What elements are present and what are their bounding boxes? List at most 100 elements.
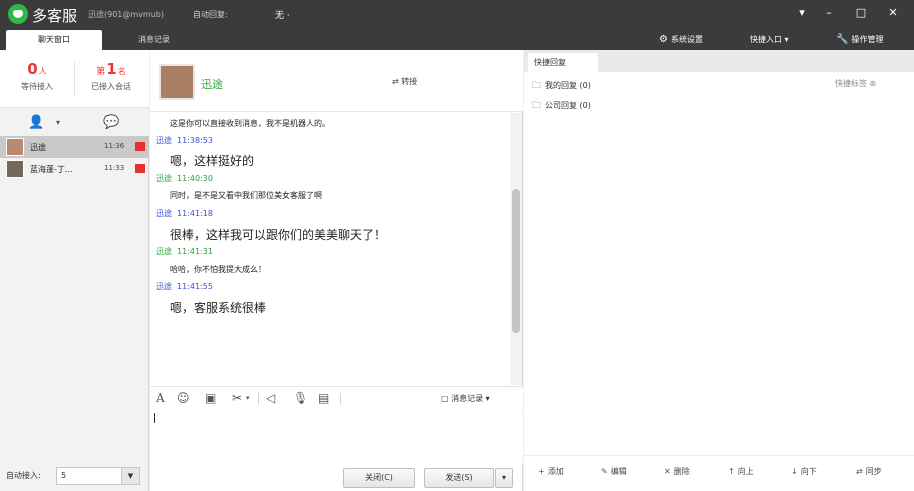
minimize-icon[interactable]: – (820, 4, 838, 22)
app-title: 多客服 (32, 7, 78, 25)
sync-button[interactable]: ⇄ 同步 (856, 466, 882, 477)
toolbar-divider (340, 393, 341, 405)
chevron-down-icon[interactable]: ▾ (246, 394, 250, 402)
maximize-icon[interactable]: □ (852, 4, 870, 22)
session-item[interactable]: 迅途 11:36 (0, 136, 149, 158)
stats-divider (74, 62, 75, 96)
app-logo-icon (8, 4, 28, 24)
system-settings-label: 系统设置 (670, 35, 703, 44)
send-button[interactable]: 发送(S) (424, 468, 494, 488)
chat-header: 迅途 ⇄ 转接 (150, 50, 523, 112)
chevron-down-icon[interactable]: ▾ (56, 118, 60, 127)
system-settings-button[interactable]: ⚙ 系统设置 (659, 32, 703, 48)
accepted-count: 1 (106, 60, 117, 78)
message-text: 很棒，这样我可以跟你们的美美聊天了！ (170, 228, 387, 242)
scissors-icon[interactable]: ✂ (232, 391, 242, 405)
message-meta: 迅途 11:38:53 (156, 135, 213, 146)
title-bar: 多客服 迅途(901@mvmub) 自动回复: 无 · ▾ – □ ✕ (0, 0, 914, 28)
session-list: 迅途 11:36 蓝海蓬-丁... 11:33 (0, 136, 149, 180)
waiting-count: 0 (27, 60, 38, 78)
font-icon[interactable]: A (156, 391, 165, 405)
session-time: 11:33 (104, 164, 125, 172)
accepted-stat: 第1名 已接入会话 (76, 60, 146, 92)
image-icon[interactable]: ▣ (205, 391, 216, 405)
send-options-button[interactable]: ▾ (495, 468, 513, 488)
user-icon[interactable]: 👤 (28, 115, 44, 130)
folder-company-replies[interactable]: 🗀 公司回复 (0) (532, 98, 591, 114)
wrench-icon: 🔧 (836, 34, 849, 45)
move-down-label: 向下 (800, 467, 817, 476)
message-list: 这是你可以直接收到消息，我不是机器人的。 迅途 11:38:53 嗯，这样挺好的 … (150, 113, 523, 385)
delete-button[interactable]: ✕ 删除 (664, 466, 690, 477)
message-sender: 迅途 (156, 209, 172, 218)
message-text: 这是你可以直接收到消息，我不是机器人的。 (170, 119, 330, 128)
chevron-down-icon: ▾ (483, 394, 490, 403)
message-time: 11:41:31 (177, 247, 213, 256)
session-panel: 0人 等待接入 第1名 已接入会话 👤 ▾ 💬 迅途 11:36 蓝海蓬-丁..… (0, 50, 149, 491)
plus-icon: + (538, 467, 545, 476)
message-input[interactable] (150, 411, 523, 463)
arrow-up-icon: ↑ (728, 467, 735, 476)
chevron-down-icon[interactable]: ▼ (121, 468, 139, 484)
message-text: 嗯，客服系统很棒 (170, 301, 267, 315)
tab-chat-window[interactable]: 聊天窗口 (6, 30, 102, 50)
chat-scrollbar[interactable] (510, 113, 522, 385)
message-meta: 迅途 11:40:30 (156, 173, 213, 184)
quick-reply-footer: + 添加 ✎ 编辑 ✕ 删除 ↑ 向上 ↓ 向下 ⇄ 同步 (524, 455, 914, 485)
wechat-icon[interactable]: 💬 (103, 115, 119, 130)
quick-reply-tabs: 快捷回复 (524, 50, 914, 72)
session-item[interactable]: 蓝海蓬-丁... 11:33 (0, 158, 149, 180)
sync-label: 同步 (865, 467, 882, 476)
arrow-down-icon: ↓ (791, 467, 798, 476)
quick-reply-panel: 快捷回复 🗀 我的回复 (0) 🗀 公司回复 (0) 快捷标签 ⊛ + 添加 ✎ 编辑 … (524, 50, 914, 491)
transfer-button[interactable]: ⇄ 转接 (392, 76, 417, 87)
folder-my-replies[interactable]: 🗀 我的回复 (0) (532, 78, 591, 94)
message-sender: 迅途 (156, 282, 172, 291)
add-button[interactable]: + 添加 (538, 466, 564, 477)
session-name: 迅途 (30, 143, 46, 152)
contact-name: 迅途 (201, 78, 223, 91)
shortcuts-button[interactable]: 快捷入口 ▾ (750, 32, 789, 48)
avatar (6, 160, 24, 178)
unread-badge (135, 142, 145, 151)
add-label: 添加 (547, 467, 564, 476)
emoji-icon[interactable]: ☺ (177, 391, 190, 405)
folder-icon: 🗀 (532, 81, 542, 91)
edit-button[interactable]: ✎ 编辑 (601, 466, 627, 477)
delete-icon: ✕ (664, 467, 671, 476)
chevron-down-icon: ▾ (782, 35, 789, 44)
message-text: 同时，是不是又看中我们那位美女客服了啊 (170, 191, 322, 200)
auto-reply-dropdown[interactable]: 无 · (275, 8, 290, 21)
message-sender: 迅途 (156, 174, 172, 183)
compose-toolbar: A ☺ ▣ ✂ ▾ ◁ 🎙 ▤ ▢ 消息记录 ▾ (150, 386, 523, 410)
scroll-thumb[interactable] (512, 189, 520, 333)
auto-reply-label: 自动回复: (193, 10, 228, 19)
move-up-button[interactable]: ↑ 向上 (728, 466, 754, 477)
quick-label-text: 快捷标签 (835, 79, 867, 88)
file-icon[interactable]: ▤ (318, 391, 329, 405)
accepted-unit: 名 (117, 67, 126, 76)
message-meta: 迅途 11:41:18 (156, 208, 213, 219)
sync-icon: ⇄ (856, 467, 863, 476)
menu-dropdown-icon[interactable]: ▾ (793, 4, 811, 22)
history-button[interactable]: ▢ 消息记录 ▾ (441, 393, 490, 404)
microphone-icon[interactable]: 🎙 (293, 391, 308, 405)
auto-join-label: 自动接入: (6, 471, 41, 480)
waiting-stat: 0人 等待接入 (2, 60, 72, 92)
account-status: 迅途(901@mvmub) (88, 10, 164, 19)
session-tabs: 👤 ▾ 💬 (0, 109, 149, 135)
tab-quick-reply[interactable]: 快捷回复 (528, 53, 598, 72)
close-chat-button[interactable]: 关闭(C) (343, 468, 415, 488)
quick-label-button[interactable]: 快捷标签 ⊛ (835, 78, 876, 89)
volume-icon[interactable]: ◁ (266, 391, 275, 405)
auto-join-value: 5 (61, 471, 67, 480)
auto-join-select[interactable]: 5 ▼ (56, 467, 140, 485)
message-time: 11:41:18 (177, 209, 213, 218)
operation-manage-button[interactable]: 🔧 操作管理 (836, 32, 883, 48)
move-down-button[interactable]: ↓ 向下 (791, 466, 817, 477)
chat-panel: 迅途 ⇄ 转接 这是你可以直接收到消息，我不是机器人的。 迅途 11:38:53 … (150, 50, 523, 491)
move-up-label: 向上 (737, 467, 754, 476)
close-icon[interactable]: ✕ (884, 4, 902, 22)
pencil-icon: ✎ (601, 467, 608, 476)
tab-message-history[interactable]: 消息记录 (106, 30, 202, 50)
